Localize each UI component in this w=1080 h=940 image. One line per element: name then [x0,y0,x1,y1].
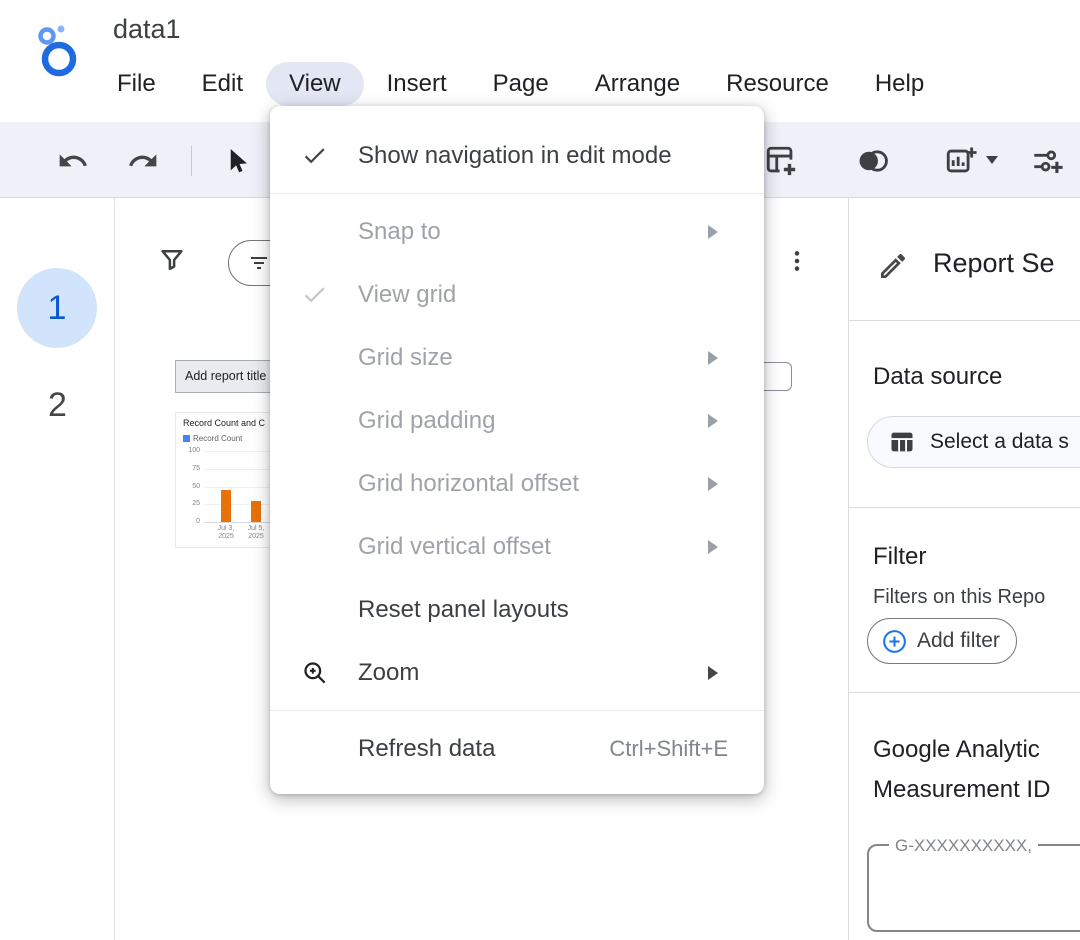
panel-title: Report Se [933,248,1080,279]
document-title[interactable]: data1 [113,14,181,45]
menu-item-zoom[interactable]: Zoom [270,641,764,704]
ga-heading-line2: Measurement ID [873,776,1080,804]
menu-item-label: Grid padding [358,407,764,435]
menu-item-grid-vertical-offset: Grid vertical offset [270,515,764,578]
menu-item-label: Zoom [358,659,764,687]
add-data-icon[interactable] [764,144,798,178]
filter-funnel-icon[interactable] [157,245,187,280]
report-settings-panel: Report Se Data source Select a data s Fi… [848,198,1080,940]
menu-page[interactable]: Page [470,62,572,106]
add-circle-icon [881,628,908,655]
zoom-icon [270,659,358,686]
submenu-arrow-icon [708,351,718,365]
menu-item-snap-to: Snap to [270,200,764,263]
divider [849,320,1080,321]
input-floating-label: G-XXXXXXXXXX, [889,836,1038,856]
select-data-source-label: Select a data s [930,430,1069,454]
add-chart-icon[interactable] [944,144,978,178]
submenu-arrow-icon [708,414,718,428]
chart-ytick-label: 25 [178,500,200,507]
menu-item-view-grid: View grid [270,263,764,326]
chart-ytick-label: 100 [178,447,200,454]
edit-pencil-icon [877,250,909,287]
submenu-arrow-icon [708,666,718,680]
looker-studio-app: data1 File Edit View Insert Page Arrange… [0,0,1080,940]
page-1-button[interactable]: 1 [17,268,97,348]
chart-legend: Record Count [183,434,242,443]
toolbar-separator [191,146,192,176]
undo-icon[interactable] [56,144,90,178]
menu-item-label: Grid size [358,344,764,372]
menu-item-label: Show navigation in edit mode [358,142,764,170]
checkmark-icon [270,142,358,169]
filter-heading: Filter [873,543,1080,571]
checkmark-icon [270,281,358,308]
chart-legend-label: Record Count [193,434,242,443]
menu-item-label: View grid [358,281,764,309]
blend-data-icon[interactable] [856,144,890,178]
submenu-arrow-icon [708,225,718,239]
filter-description: Filters on this Repo [873,586,1080,609]
menu-item-grid-padding: Grid padding [270,389,764,452]
menu-file[interactable]: File [94,62,179,106]
divider [849,507,1080,508]
menu-item-label: Reset panel layouts [358,596,764,624]
menu-arrange[interactable]: Arrange [572,62,703,106]
ga-heading-line1: Google Analytic [873,736,1080,764]
redo-icon[interactable] [126,144,160,178]
chart-ytick-label: 0 [178,518,200,525]
chart-legend-swatch [183,435,190,442]
submenu-arrow-icon [708,477,718,491]
menu-help[interactable]: Help [852,62,947,106]
menu-separator [270,710,764,711]
view-menu-dropdown: Show navigation in edit mode Snap to Vie… [270,106,764,794]
chart-bar [251,501,261,522]
looker-studio-logo-icon[interactable] [34,24,82,85]
menu-item-reset-panel-layouts[interactable]: Reset panel layouts [270,578,764,641]
menu-view[interactable]: View [266,62,364,106]
add-filter-label: Add filter [917,629,1000,653]
filter-lines-icon [247,251,271,275]
select-data-source-button[interactable]: Select a data s [867,416,1080,468]
menu-item-label: Grid vertical offset [358,533,764,561]
more-options-kebab-icon[interactable] [784,248,810,279]
chart-ytick-label: 75 [178,465,200,472]
select-cursor-icon[interactable] [220,144,254,178]
menu-item-grid-horizontal-offset: Grid horizontal offset [270,452,764,515]
menu-item-label: Snap to [358,218,764,246]
app-header: data1 File Edit View Insert Page Arrange… [0,0,1080,122]
page-2-button[interactable]: 2 [0,386,115,425]
menu-item-show-navigation[interactable]: Show navigation in edit mode [270,124,764,187]
menu-item-label: Grid horizontal offset [358,470,764,498]
add-filter-button[interactable]: Add filter [867,618,1017,664]
measurement-id-input[interactable]: G-XXXXXXXXXX, [867,844,1080,932]
menu-separator [270,193,764,194]
page-navigation: 1 2 [0,198,115,940]
menu-insert[interactable]: Insert [364,62,470,106]
menu-item-shortcut: Ctrl+Shift+E [609,736,728,762]
data-source-heading: Data source [873,363,1080,391]
add-control-icon[interactable] [1030,144,1064,178]
data-source-table-icon [888,428,916,456]
chart-ytick-label: 50 [178,483,200,490]
menu-resource[interactable]: Resource [703,62,852,106]
divider [849,692,1080,693]
submenu-arrow-icon [708,540,718,554]
menu-edit[interactable]: Edit [179,62,266,106]
menu-item-refresh-data[interactable]: Refresh data Ctrl+Shift+E [270,717,764,780]
menubar: File Edit View Insert Page Arrange Resou… [94,62,947,106]
add-chart-caret-icon[interactable] [986,156,998,164]
menu-item-grid-size: Grid size [270,326,764,389]
chart-bar [221,490,231,522]
